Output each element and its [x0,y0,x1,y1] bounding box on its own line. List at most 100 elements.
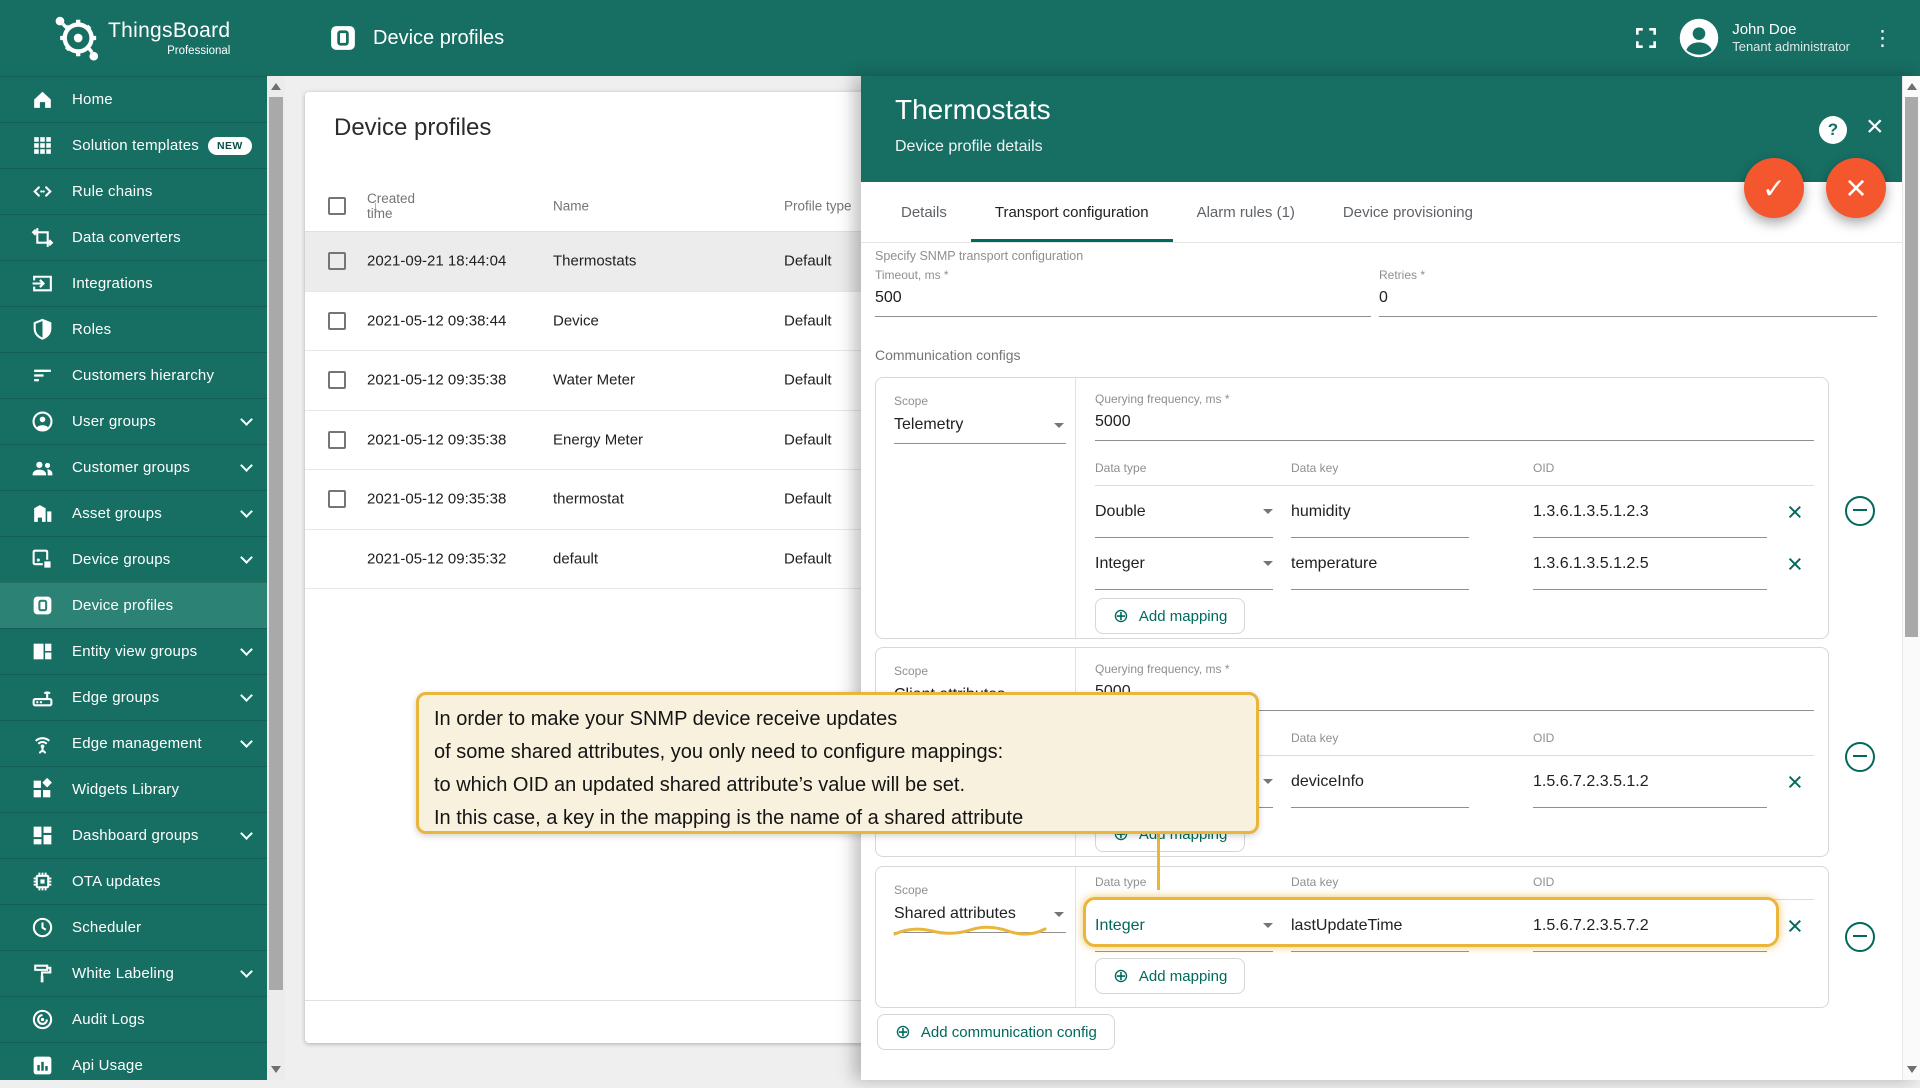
scroll-up-icon[interactable] [1907,83,1917,90]
oid-input[interactable]: 1.5.6.7.2.3.5.1.2 [1533,756,1767,808]
close-icon[interactable]: × [1866,112,1884,142]
add-mapping-button[interactable]: ⊕Add mapping [1095,598,1245,634]
tab-transport-configuration[interactable]: Transport configuration [971,182,1173,242]
app-logo[interactable]: ThingsBoard Professional [0,0,267,76]
thingsboard-logo-icon [50,12,102,64]
row-checkbox[interactable] [328,431,346,449]
sidebar-item[interactable]: Device groups [0,536,267,582]
dropdown-caret-icon [1263,779,1273,784]
cell-profile-type: Default [784,372,832,389]
tab-device-provisioning[interactable]: Device provisioning [1319,182,1497,242]
sidebar-item[interactable]: OTA updates [0,858,267,904]
timeout-field[interactable]: Timeout, ms * 500 [875,268,1371,317]
avatar[interactable] [1678,17,1720,59]
sidebar-item-icon [30,1053,55,1078]
column-profile-type[interactable]: Profile type [784,198,852,213]
cell-created-time: 2021-09-21 18:44:04 [367,253,506,270]
scope-label: Scope [894,664,1075,678]
tab-details[interactable]: Details [877,182,971,242]
remove-config-button[interactable] [1845,922,1875,952]
data-type-select[interactable]: Double [1095,486,1273,538]
sidebar-item[interactable]: Customer groups [0,444,267,490]
select-all-checkbox[interactable] [328,197,346,215]
sidebar-item[interactable]: Asset groups [0,490,267,536]
table-row[interactable]: 2021-05-12 09:35:38 Energy Meter Default [305,411,866,471]
sidebar-item[interactable]: Solution templates NEW [0,122,267,168]
retries-input[interactable]: 0 [1379,284,1877,317]
remove-mapping-icon[interactable]: × [1787,499,1803,526]
sidebar-item[interactable]: Audit Logs [0,996,267,1042]
fullscreen-icon[interactable] [1633,25,1659,51]
remove-mapping-icon[interactable]: × [1787,551,1803,578]
row-checkbox[interactable] [328,312,346,330]
sidebar-item[interactable]: Scheduler [0,904,267,950]
table-row[interactable]: 2021-09-21 18:44:04 Thermostats Default [305,232,866,292]
scroll-up-icon[interactable] [271,83,281,90]
sidebar-item[interactable]: Dashboard groups [0,812,267,858]
scroll-down-icon[interactable] [271,1066,281,1073]
data-type-select[interactable]: Integer [1095,900,1273,952]
sidebar-item[interactable]: User groups [0,398,267,444]
mapping-headers: Data type Data key OID [1095,461,1814,486]
scope-select[interactable]: Telemetry [894,410,1066,444]
sidebar-item[interactable]: Edge groups [0,674,267,720]
tab-alarm-rules[interactable]: Alarm rules (1) [1173,182,1319,242]
remove-mapping-icon[interactable]: × [1787,769,1803,796]
querying-frequency-input[interactable]: 5000 [1095,408,1814,441]
timeout-input[interactable]: 500 [875,284,1371,317]
cell-name: thermostat [553,491,624,508]
data-key-input[interactable]: lastUpdateTime [1291,900,1469,952]
add-mapping-button[interactable]: ⊕Add mapping [1095,958,1245,994]
sidebar-item[interactable]: Edge management [0,720,267,766]
querying-frequency-field[interactable]: Querying frequency, ms * 5000 [1095,378,1814,441]
sidebar-item[interactable]: Roles [0,306,267,352]
scrollbar-thumb[interactable] [1905,97,1918,637]
row-checkbox[interactable] [328,371,346,389]
sidebar-item-label: Edge groups [72,689,159,706]
row-checkbox[interactable] [328,490,346,508]
discard-changes-button[interactable]: × [1826,158,1886,218]
table-row[interactable]: 2021-05-12 09:35:32 default Default [305,530,866,590]
table-row[interactable]: 2021-05-12 09:35:38 thermostat Default [305,470,866,530]
column-name[interactable]: Name [553,198,589,213]
remove-mapping-icon[interactable]: × [1787,913,1803,940]
add-communication-config-button[interactable]: ⊕Add communication config [877,1014,1115,1050]
sidebar-item[interactable]: Api Usage [0,1042,267,1088]
sidebar-scrollbar[interactable] [267,76,285,1080]
sidebar-item[interactable]: Rule chains [0,168,267,214]
sidebar-item[interactable]: White Labeling [0,950,267,996]
chevron-down-icon [240,827,253,840]
help-icon[interactable]: ? [1819,116,1847,144]
user-info[interactable]: John Doe Tenant administrator [1732,21,1850,56]
panel-scrollbar[interactable] [1902,76,1920,1080]
brand-name: ThingsBoard [108,19,230,43]
oid-input[interactable]: 1.5.6.7.2.3.5.7.2 [1533,900,1767,952]
data-key-input[interactable]: temperature [1291,538,1469,590]
scrollbar-thumb[interactable] [269,97,283,990]
sidebar-item-icon [30,87,55,112]
sidebar-item[interactable]: Customers hierarchy [0,352,267,398]
sidebar-item[interactable]: Home [0,76,267,122]
data-key-input[interactable]: humidity [1291,486,1469,538]
oid-input[interactable]: 1.3.6.1.3.5.1.2.3 [1533,486,1767,538]
oid-input[interactable]: 1.3.6.1.3.5.1.2.5 [1533,538,1767,590]
config-block-shared-attributes: Scope Shared attributes Data type Data k… [875,866,1920,1008]
sidebar-item[interactable]: Entity view groups [0,628,267,674]
remove-config-button[interactable] [1845,496,1875,526]
plus-circle-icon: ⊕ [1113,605,1129,628]
sidebar-item[interactable]: Data converters [0,214,267,260]
table-row[interactable]: 2021-05-12 09:35:38 Water Meter Default [305,351,866,411]
sidebar-item[interactable]: Widgets Library [0,766,267,812]
data-key-input[interactable]: deviceInfo [1291,756,1469,808]
user-name: John Doe [1732,21,1850,40]
table-row[interactable]: 2021-05-12 09:38:44 Device Default [305,292,866,352]
scroll-down-icon[interactable] [1907,1066,1917,1073]
sidebar-item[interactable]: Device profiles [0,582,267,628]
data-type-select[interactable]: Integer [1095,538,1273,590]
sidebar-item[interactable]: Integrations [0,260,267,306]
apply-changes-button[interactable]: ✓ [1744,158,1804,218]
kebab-menu-icon[interactable]: ⋮ [1872,28,1893,49]
retries-field[interactable]: Retries * 0 [1379,268,1877,317]
row-checkbox[interactable] [328,252,346,270]
remove-config-button[interactable] [1845,742,1875,772]
